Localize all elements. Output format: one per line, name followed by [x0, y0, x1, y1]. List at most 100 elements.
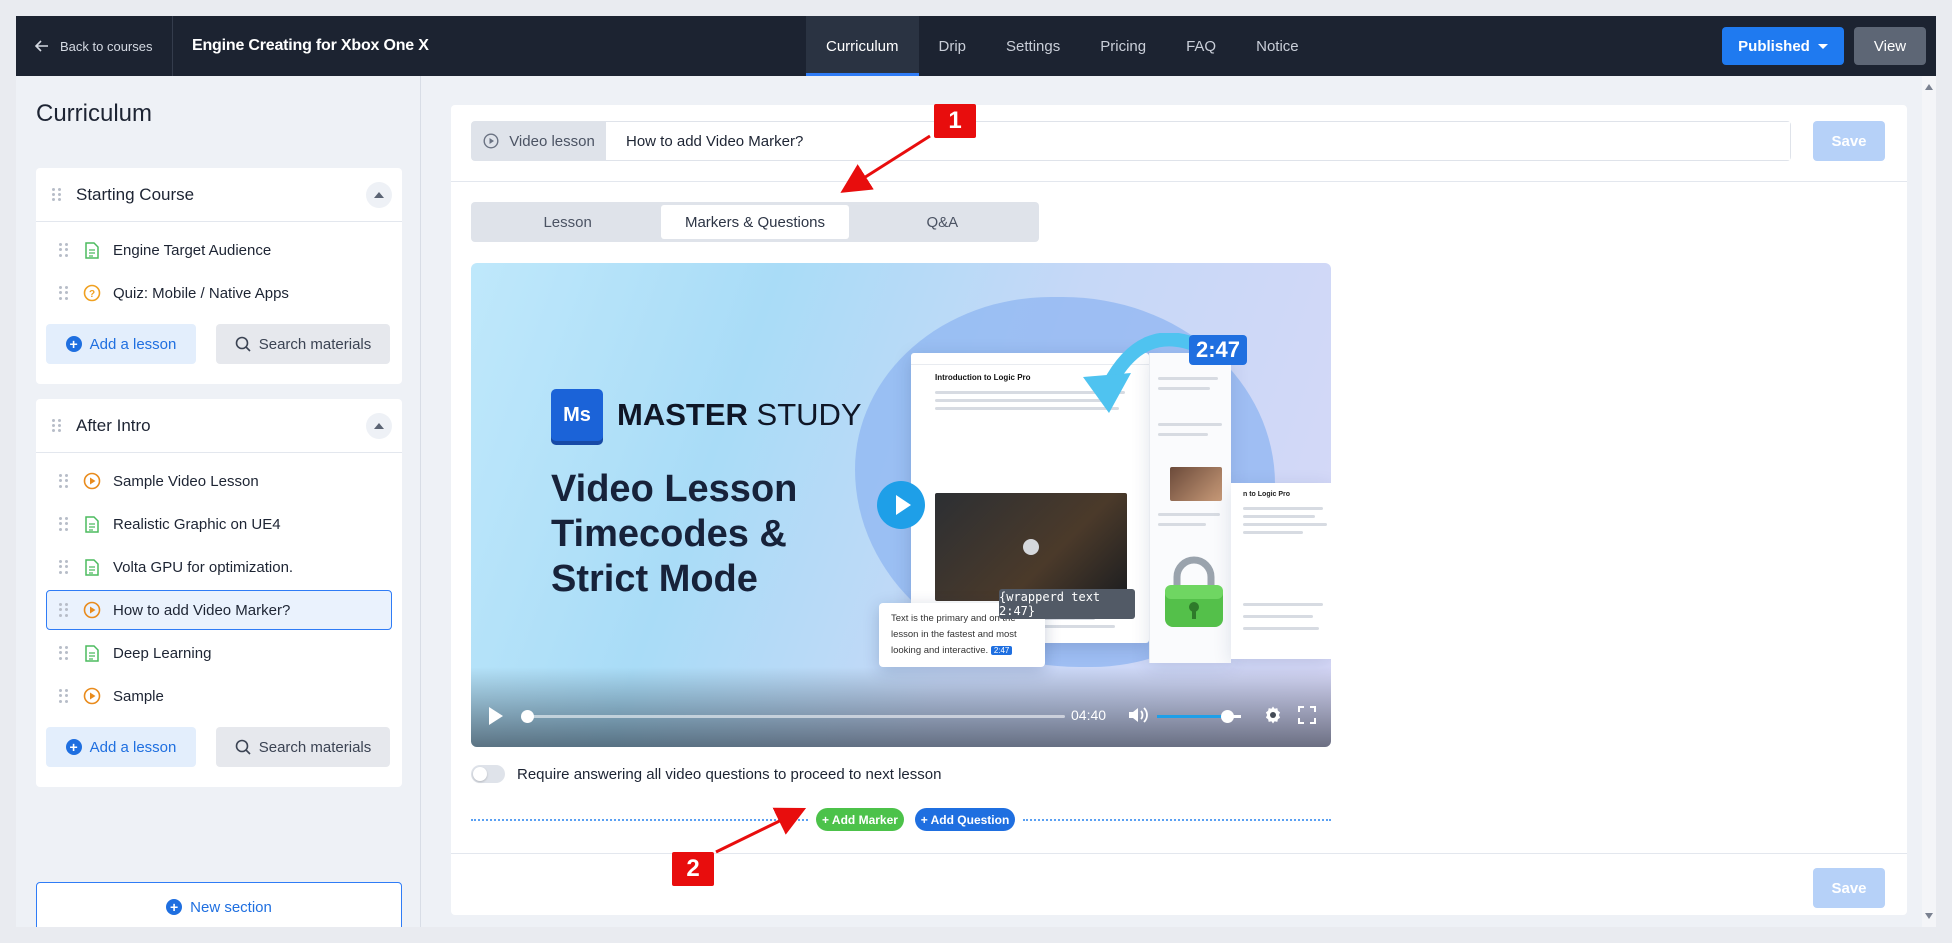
save-button-top[interactable]: Save	[1813, 121, 1885, 161]
gear-icon[interactable]	[1263, 705, 1283, 725]
section-header[interactable]: Starting Course	[36, 168, 402, 222]
lesson-item[interactable]: Sample Video Lesson	[46, 461, 392, 501]
caret-down-icon	[1817, 43, 1828, 49]
lesson-editor-panel: Video lesson Save Lesson Markers & Quest…	[451, 105, 1907, 915]
app-window: Back to courses Engine Creating for Xbox…	[16, 16, 1936, 927]
save-button-bottom[interactable]: Save	[1813, 868, 1885, 908]
timeline-line	[1023, 819, 1331, 821]
scrollbar[interactable]	[1922, 76, 1936, 927]
curriculum-sidebar: Curriculum Starting Course Engine Target…	[16, 76, 421, 927]
mockup-image	[935, 493, 1127, 601]
video-duration: 04:40	[1071, 707, 1107, 723]
tab-markers-questions[interactable]: Markers & Questions	[661, 205, 849, 239]
drag-handle-icon[interactable]	[59, 603, 69, 617]
text-lesson-icon	[83, 515, 101, 533]
lesson-title-bar: Video lesson	[471, 121, 1791, 161]
lesson-label: Quiz: Mobile / Native Apps	[113, 284, 289, 302]
svg-text:?: ?	[89, 289, 95, 300]
volume-icon[interactable]	[1127, 705, 1149, 725]
volume-slider[interactable]	[1157, 710, 1241, 723]
collapse-button[interactable]	[366, 182, 392, 208]
lesson-item[interactable]: ? Quiz: Mobile / Native Apps	[46, 273, 392, 313]
progress-bar[interactable]	[521, 710, 1065, 723]
lesson-label: Engine Target Audience	[113, 241, 272, 259]
mockup-side-title: n to Logic Pro	[1243, 491, 1291, 498]
lock-icon	[1165, 556, 1223, 627]
nav-curriculum[interactable]: Curriculum	[806, 16, 919, 76]
lesson-item[interactable]: Deep Learning	[46, 633, 392, 673]
text-lesson-icon	[83, 558, 101, 576]
lesson-type-tag: Video lesson	[472, 122, 606, 160]
logo-bold: MASTER	[617, 397, 748, 432]
lesson-item[interactable]: Sample	[46, 676, 392, 716]
nav-pricing[interactable]: Pricing	[1080, 16, 1166, 76]
add-question-button[interactable]: + Add Question	[915, 808, 1015, 831]
drag-handle-icon[interactable]	[59, 689, 69, 703]
drag-handle-icon[interactable]	[59, 243, 69, 257]
lesson-title-input[interactable]	[606, 122, 1790, 160]
fullscreen-icon[interactable]	[1297, 705, 1317, 725]
back-to-courses-link[interactable]: Back to courses	[34, 16, 153, 76]
play-button-large[interactable]	[877, 481, 925, 529]
tab-qa[interactable]: Q&A	[849, 205, 1036, 239]
chevron-up-icon	[374, 423, 384, 429]
drag-handle-icon[interactable]	[52, 418, 62, 433]
play-icon	[895, 495, 911, 515]
nav-faq[interactable]: FAQ	[1166, 16, 1236, 76]
search-materials-button[interactable]: Search materials	[216, 727, 390, 767]
video-player[interactable]: Ms MASTER STUDY Video Lesson Timecodes &…	[471, 263, 1331, 747]
collapse-button[interactable]	[366, 413, 392, 439]
video-lesson-icon	[83, 472, 101, 490]
nav-settings[interactable]: Settings	[986, 16, 1080, 76]
volume-fill	[1157, 710, 1235, 723]
materials-mockup: n to Logic Pro	[1231, 483, 1331, 659]
drag-handle-icon[interactable]	[59, 517, 69, 531]
add-lesson-button[interactable]: + Add a lesson	[46, 727, 196, 767]
progress-knob[interactable]	[521, 710, 534, 723]
lesson-item[interactable]: Volta GPU for optimization.	[46, 547, 392, 587]
search-icon	[235, 739, 251, 755]
add-lesson-label: Add a lesson	[89, 335, 177, 353]
add-lesson-button[interactable]: + Add a lesson	[46, 324, 196, 364]
annotation-badge-1: 1	[934, 104, 976, 138]
search-icon	[235, 336, 251, 352]
lesson-label: How to add Video Marker?	[113, 601, 291, 619]
lesson-label: Sample	[113, 687, 164, 705]
lesson-item[interactable]: Realistic Graphic on UE4	[46, 504, 392, 544]
volume-knob[interactable]	[1221, 710, 1235, 723]
section-actions: + Add a lesson Search materials	[36, 719, 402, 787]
top-bar: Back to courses Engine Creating for Xbox…	[16, 16, 1936, 76]
play-circle-icon	[483, 133, 499, 149]
published-dropdown-button[interactable]: Published	[1722, 27, 1844, 65]
lesson-item[interactable]: Engine Target Audience	[46, 230, 392, 270]
scroll-up-icon[interactable]	[1925, 84, 1933, 90]
scroll-down-icon[interactable]	[1925, 913, 1933, 919]
drag-handle-icon[interactable]	[59, 646, 69, 660]
search-materials-button[interactable]: Search materials	[216, 324, 390, 364]
lesson-list: Engine Target Audience ? Quiz: Mobile / …	[36, 222, 402, 313]
toggle-knob	[473, 767, 487, 781]
strict-mode-toggle[interactable]	[471, 765, 505, 783]
add-marker-button[interactable]: + Add Marker	[816, 808, 904, 831]
drag-handle-icon[interactable]	[59, 560, 69, 574]
mockup-title: Introduction to Logic Pro	[935, 373, 1031, 382]
nav-drip[interactable]: Drip	[919, 16, 987, 76]
drag-handle-icon[interactable]	[52, 187, 62, 202]
play-icon[interactable]	[489, 707, 503, 725]
text-lesson-icon	[83, 644, 101, 662]
section-header[interactable]: After Intro	[36, 399, 402, 453]
nav-notice[interactable]: Notice	[1236, 16, 1319, 76]
tab-lesson[interactable]: Lesson	[474, 205, 661, 239]
back-label: Back to courses	[60, 38, 153, 54]
drag-handle-icon[interactable]	[59, 286, 69, 300]
annotation-badge-2: 2	[672, 852, 714, 886]
new-section-button[interactable]: + New section	[36, 882, 402, 927]
wrapped-text-tooltip: {wrapperd text 2:47}	[999, 589, 1135, 619]
lesson-label: Realistic Graphic on UE4	[113, 515, 281, 533]
lesson-item-active[interactable]: How to add Video Marker?	[46, 590, 392, 630]
drag-handle-icon[interactable]	[59, 474, 69, 488]
view-button[interactable]: View	[1854, 27, 1926, 65]
masterstudy-logo: Ms MASTER STUDY	[551, 389, 862, 441]
plus-icon: +	[65, 739, 82, 755]
headline-line: Strict Mode	[551, 558, 758, 600]
